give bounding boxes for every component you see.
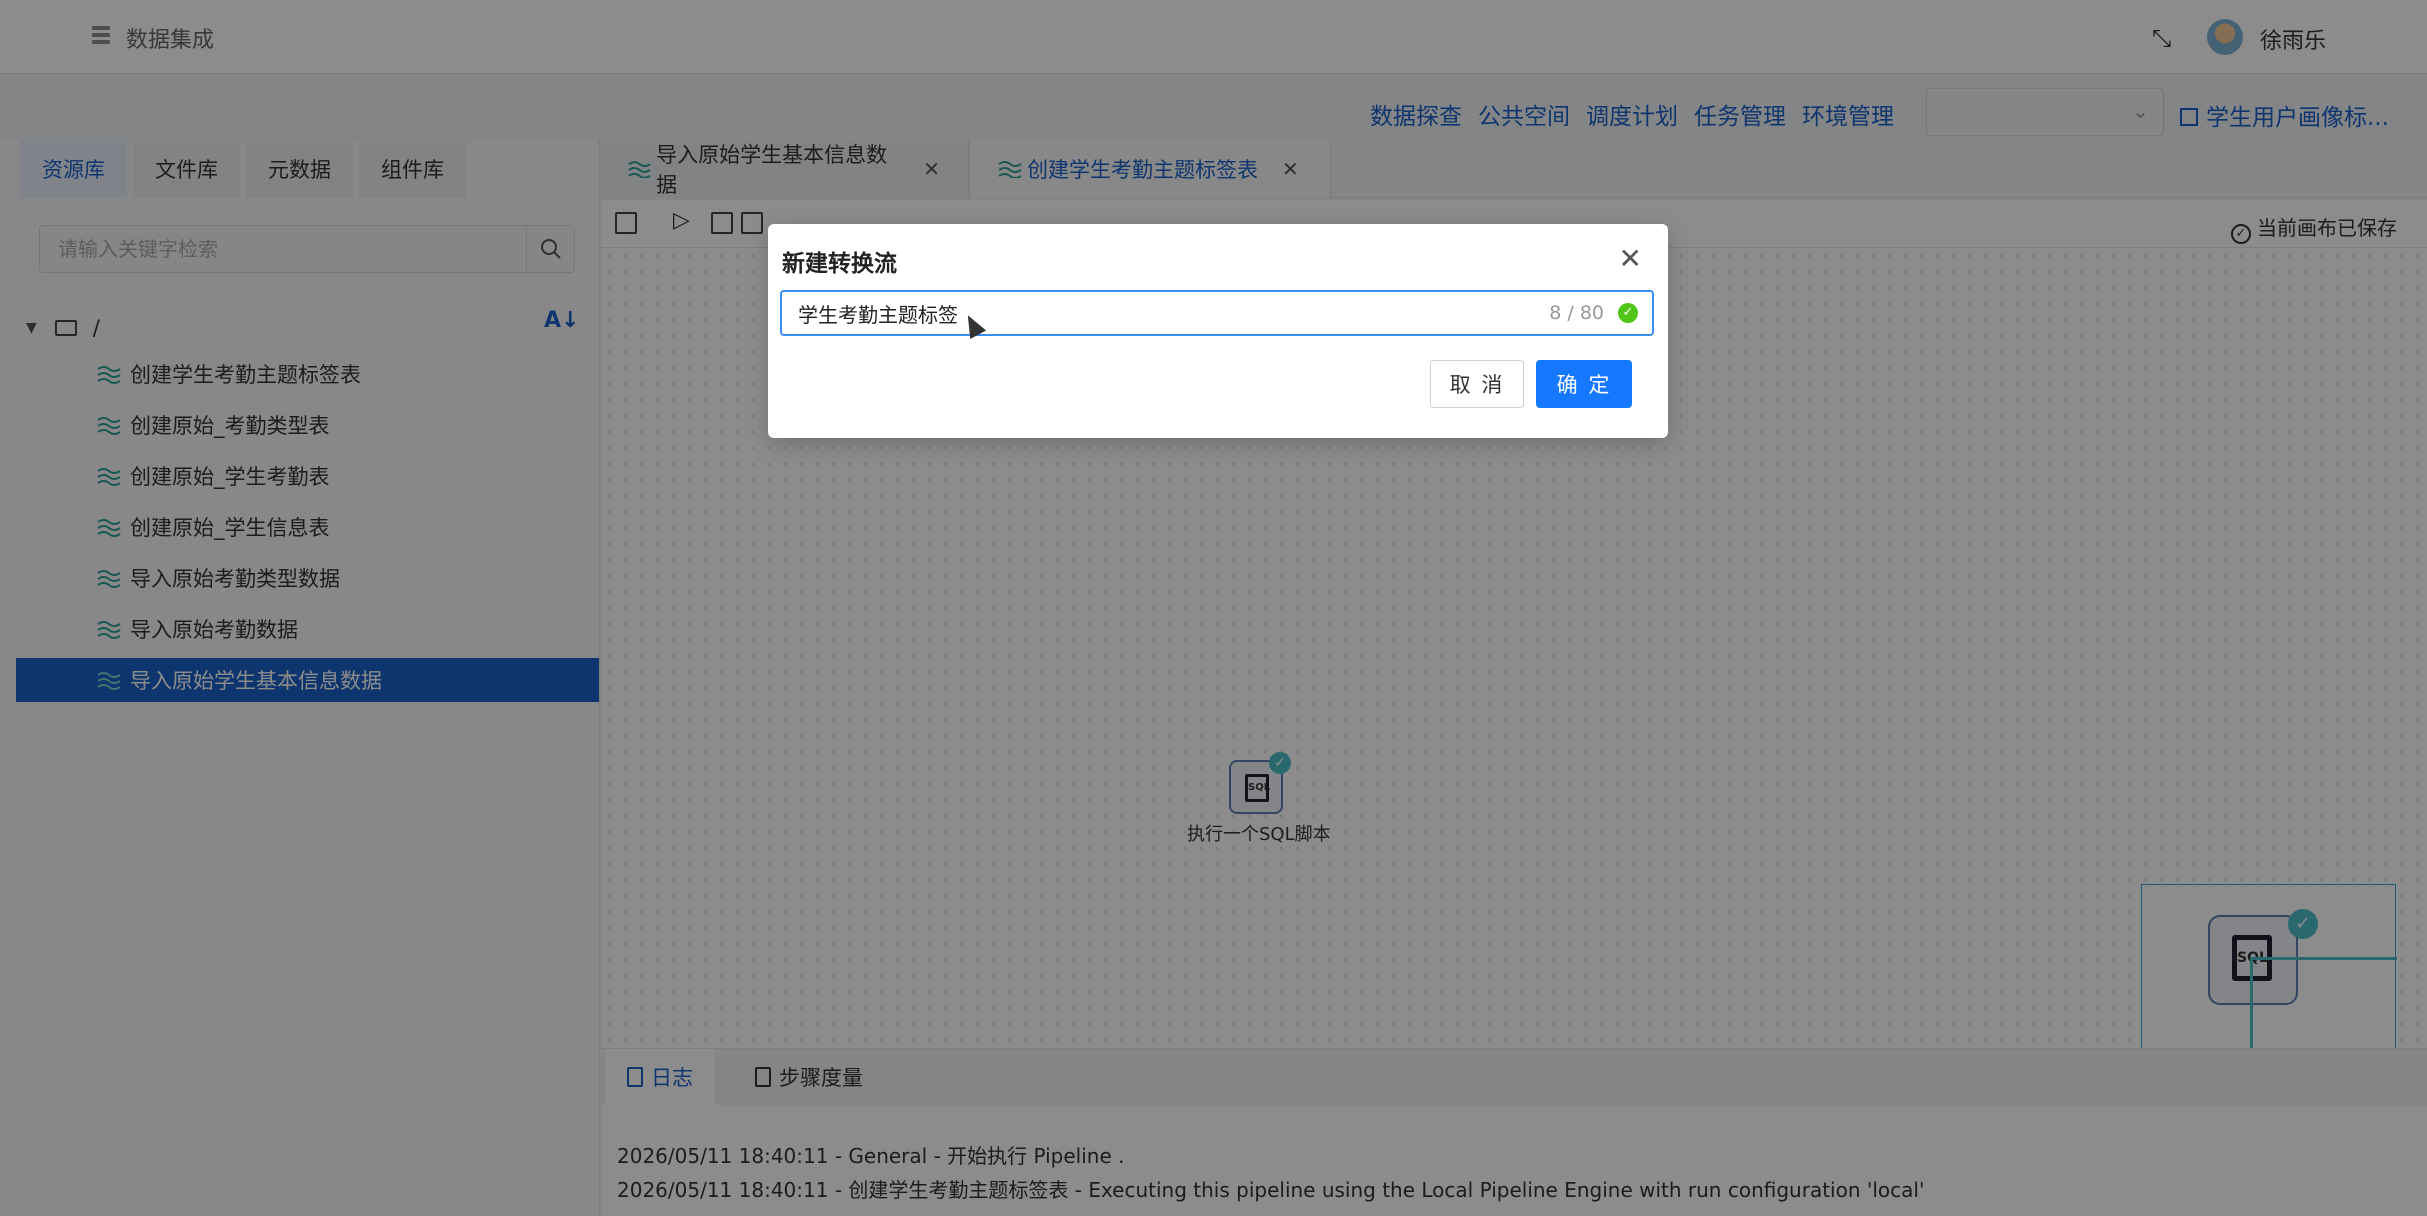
new-pipeline-dialog: 新建转换流 ✕ 8 / 80 ✓ 取 消 确 定 xyxy=(768,224,1668,438)
dialog-title: 新建转换流 xyxy=(782,251,897,277)
pipeline-name-field: 8 / 80 ✓ xyxy=(780,290,1654,336)
pipeline-name-input[interactable] xyxy=(782,292,1502,334)
modal-overlay[interactable] xyxy=(0,0,2427,1216)
check-circle-icon: ✓ xyxy=(1618,303,1638,323)
char-count: 8 / 80 xyxy=(1549,302,1604,324)
cancel-button[interactable]: 取 消 xyxy=(1430,360,1524,408)
close-icon[interactable]: ✕ xyxy=(1619,242,1642,275)
confirm-button[interactable]: 确 定 xyxy=(1536,360,1632,408)
